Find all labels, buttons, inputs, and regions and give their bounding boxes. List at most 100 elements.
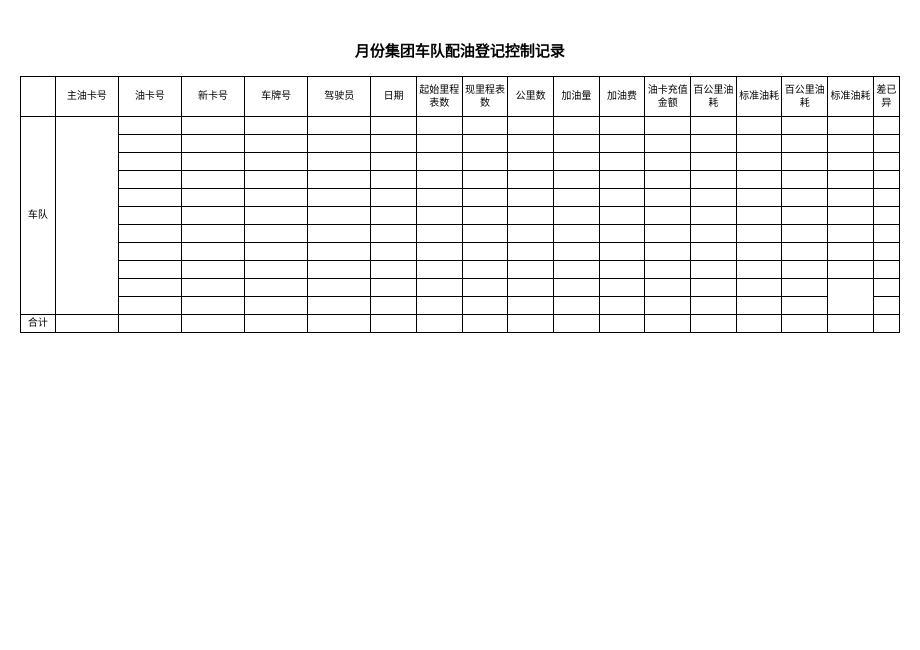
cell	[245, 261, 308, 279]
cell	[371, 261, 417, 279]
cell	[118, 117, 181, 135]
cell	[181, 171, 244, 189]
table-row	[21, 207, 900, 225]
table-row	[21, 279, 900, 297]
cell	[416, 153, 462, 171]
cell	[118, 153, 181, 171]
cell	[371, 153, 417, 171]
cell	[181, 315, 244, 333]
cell	[691, 135, 737, 153]
cell	[554, 171, 600, 189]
cell	[416, 171, 462, 189]
cell	[599, 189, 645, 207]
cell	[736, 225, 782, 243]
cell	[508, 135, 554, 153]
cell	[416, 117, 462, 135]
cell	[645, 279, 691, 297]
cell	[599, 315, 645, 333]
cell	[828, 135, 874, 153]
cell	[782, 261, 828, 279]
cell	[599, 243, 645, 261]
table-row	[21, 153, 900, 171]
cell	[371, 117, 417, 135]
cell	[308, 315, 371, 333]
main-card-cell	[55, 117, 118, 315]
cell	[181, 279, 244, 297]
cell	[873, 135, 899, 153]
cell	[508, 189, 554, 207]
table-row	[21, 297, 900, 315]
cell	[782, 207, 828, 225]
cell	[691, 189, 737, 207]
cell	[308, 189, 371, 207]
cell	[508, 207, 554, 225]
cell	[873, 225, 899, 243]
cell	[416, 135, 462, 153]
table-row	[21, 261, 900, 279]
cell	[371, 297, 417, 315]
cell	[508, 153, 554, 171]
cell	[736, 243, 782, 261]
table-row: 车队	[21, 117, 900, 135]
cell	[828, 189, 874, 207]
cell	[118, 297, 181, 315]
cell	[245, 153, 308, 171]
cell	[782, 189, 828, 207]
cell	[782, 297, 828, 315]
cell	[691, 225, 737, 243]
cell	[245, 297, 308, 315]
cell	[308, 207, 371, 225]
cell	[828, 279, 874, 315]
cell	[691, 279, 737, 297]
header-recharge: 油卡充值金额	[645, 77, 691, 117]
cell	[645, 153, 691, 171]
cell	[181, 297, 244, 315]
header-row: 主油卡号 油卡号 新卡号 车牌号 驾驶员 日期 起始里程表数 现里程表数 公里数…	[21, 77, 900, 117]
header-empty	[21, 77, 56, 117]
cell	[782, 279, 828, 297]
cell	[645, 297, 691, 315]
cell	[828, 261, 874, 279]
cell	[691, 243, 737, 261]
cell	[691, 171, 737, 189]
header-date: 日期	[371, 77, 417, 117]
table-row	[21, 171, 900, 189]
cell	[462, 135, 508, 153]
cell	[462, 171, 508, 189]
cell	[691, 207, 737, 225]
cell	[181, 117, 244, 135]
cell	[118, 135, 181, 153]
cell	[118, 261, 181, 279]
cell	[873, 189, 899, 207]
header-current-odo: 现里程表数	[462, 77, 508, 117]
header-per100-2: 百公里油耗	[782, 77, 828, 117]
cell	[736, 207, 782, 225]
cell	[599, 279, 645, 297]
cell	[118, 279, 181, 297]
cell	[873, 171, 899, 189]
cell	[416, 225, 462, 243]
cell	[599, 135, 645, 153]
cell	[245, 207, 308, 225]
header-km: 公里数	[508, 77, 554, 117]
cell	[691, 153, 737, 171]
cell	[554, 117, 600, 135]
cell	[462, 261, 508, 279]
cell	[462, 279, 508, 297]
header-fuel-qty: 加油量	[554, 77, 600, 117]
cell	[462, 225, 508, 243]
cell	[736, 279, 782, 297]
cell	[873, 315, 899, 333]
cell	[371, 189, 417, 207]
cell	[462, 297, 508, 315]
page-title: 月份集团车队配油登记控制记录	[20, 40, 900, 61]
cell	[416, 297, 462, 315]
cell	[554, 279, 600, 297]
cell	[782, 153, 828, 171]
cell	[782, 171, 828, 189]
cell	[308, 153, 371, 171]
cell	[873, 207, 899, 225]
cell	[599, 207, 645, 225]
cell	[245, 279, 308, 297]
cell	[508, 171, 554, 189]
